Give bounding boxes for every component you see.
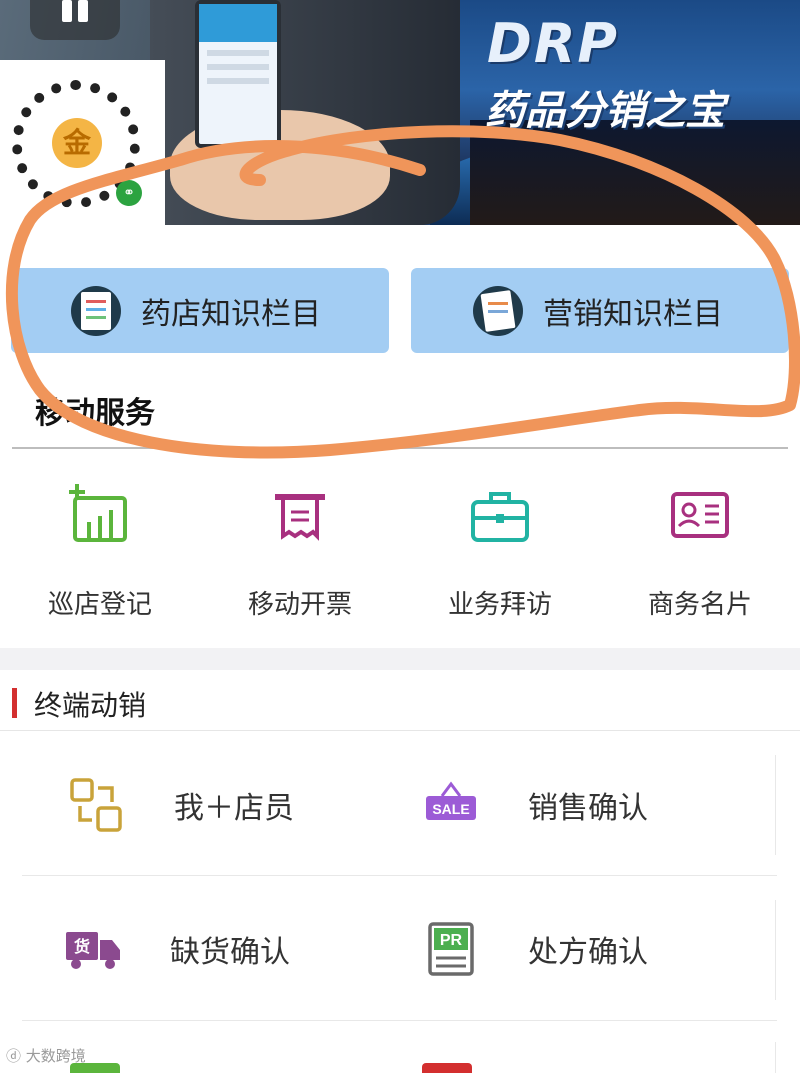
pause-icon[interactable] bbox=[30, 0, 120, 40]
marketing-knowledge-label: 营销知识栏目 bbox=[543, 296, 723, 332]
business-card-label: 商务名片 bbox=[647, 590, 752, 620]
section-divider bbox=[12, 447, 788, 449]
link-icon: ⚭ bbox=[116, 180, 142, 206]
marketing-knowledge-button[interactable]: 营销知识栏目 bbox=[411, 268, 789, 353]
sale-badge-text: SALE bbox=[432, 801, 469, 817]
grid-divider bbox=[22, 1020, 777, 1021]
documents-icon bbox=[473, 285, 523, 336]
chart-plus-icon bbox=[69, 484, 127, 542]
grid-divider bbox=[775, 1042, 776, 1073]
id-card-icon bbox=[671, 492, 729, 538]
grid-divider bbox=[775, 900, 776, 1000]
store-visit-register-button[interactable]: 巡店登记 bbox=[0, 480, 200, 621]
business-visit-label: 业务拜访 bbox=[447, 590, 552, 620]
promo-banner[interactable]: DRP 药品分销之宝 金 ⚭ bbox=[0, 0, 800, 225]
banner-subtitle: 药品分销之宝 bbox=[485, 88, 725, 134]
delivery-truck-icon: 货 bbox=[66, 932, 120, 969]
watermark-logo-icon: ⓓ bbox=[6, 1047, 22, 1065]
stockout-confirm-label: 缺货确认 bbox=[170, 935, 290, 970]
prescription-confirm-button[interactable]: PR 处方确认 bbox=[422, 920, 648, 978]
exchange-icon bbox=[70, 778, 122, 832]
sales-confirm-label: 销售确认 bbox=[528, 791, 648, 826]
grid-divider bbox=[775, 755, 776, 855]
grid-divider bbox=[22, 875, 777, 876]
prescription-badge-text: PR bbox=[440, 932, 463, 949]
stockout-badge-text: 货 bbox=[74, 937, 90, 956]
store-visit-label: 巡店登记 bbox=[47, 590, 152, 620]
mobile-invoice-button[interactable]: 移动开票 bbox=[200, 480, 400, 621]
business-card-button[interactable]: 商务名片 bbox=[600, 480, 800, 621]
me-plus-clerk-button[interactable]: 我＋店员 bbox=[68, 776, 294, 834]
prescription-icon: PR bbox=[428, 922, 474, 976]
section-divider bbox=[0, 730, 800, 731]
banner-title: DRP bbox=[487, 12, 619, 75]
terminal-sales-title: 终端动销 bbox=[34, 689, 147, 722]
qr-logo: 金 bbox=[52, 118, 102, 168]
sale-sign-icon: SALE bbox=[426, 781, 476, 820]
briefcase-icon bbox=[471, 492, 529, 542]
receipt-icon bbox=[275, 494, 325, 541]
pharmacy-knowledge-label: 药店知识栏目 bbox=[141, 296, 321, 332]
banner-phone-image bbox=[195, 0, 281, 148]
watermark: ⓓ 大数跨境 bbox=[6, 1045, 86, 1066]
mobile-services-title: 移动服务 bbox=[35, 396, 155, 431]
section-accent-bar bbox=[12, 688, 17, 718]
calendar-list-icon bbox=[71, 285, 121, 336]
business-visit-button[interactable]: 业务拜访 bbox=[400, 480, 600, 621]
sales-confirm-button[interactable]: SALE 销售确认 bbox=[422, 776, 648, 834]
watermark-text: 大数跨境 bbox=[25, 1047, 86, 1065]
mobile-invoice-label: 移动开票 bbox=[247, 590, 352, 620]
next-row-icon-partial bbox=[422, 1063, 472, 1073]
prescription-confirm-label: 处方确认 bbox=[528, 935, 648, 970]
me-plus-clerk-label: 我＋店员 bbox=[174, 791, 294, 826]
mini-program-code[interactable]: 金 ⚭ bbox=[0, 60, 165, 225]
stockout-confirm-button[interactable]: 货 缺货确认 bbox=[64, 920, 290, 978]
pharmacy-knowledge-button[interactable]: 药店知识栏目 bbox=[11, 268, 389, 353]
section-gap bbox=[0, 648, 800, 670]
